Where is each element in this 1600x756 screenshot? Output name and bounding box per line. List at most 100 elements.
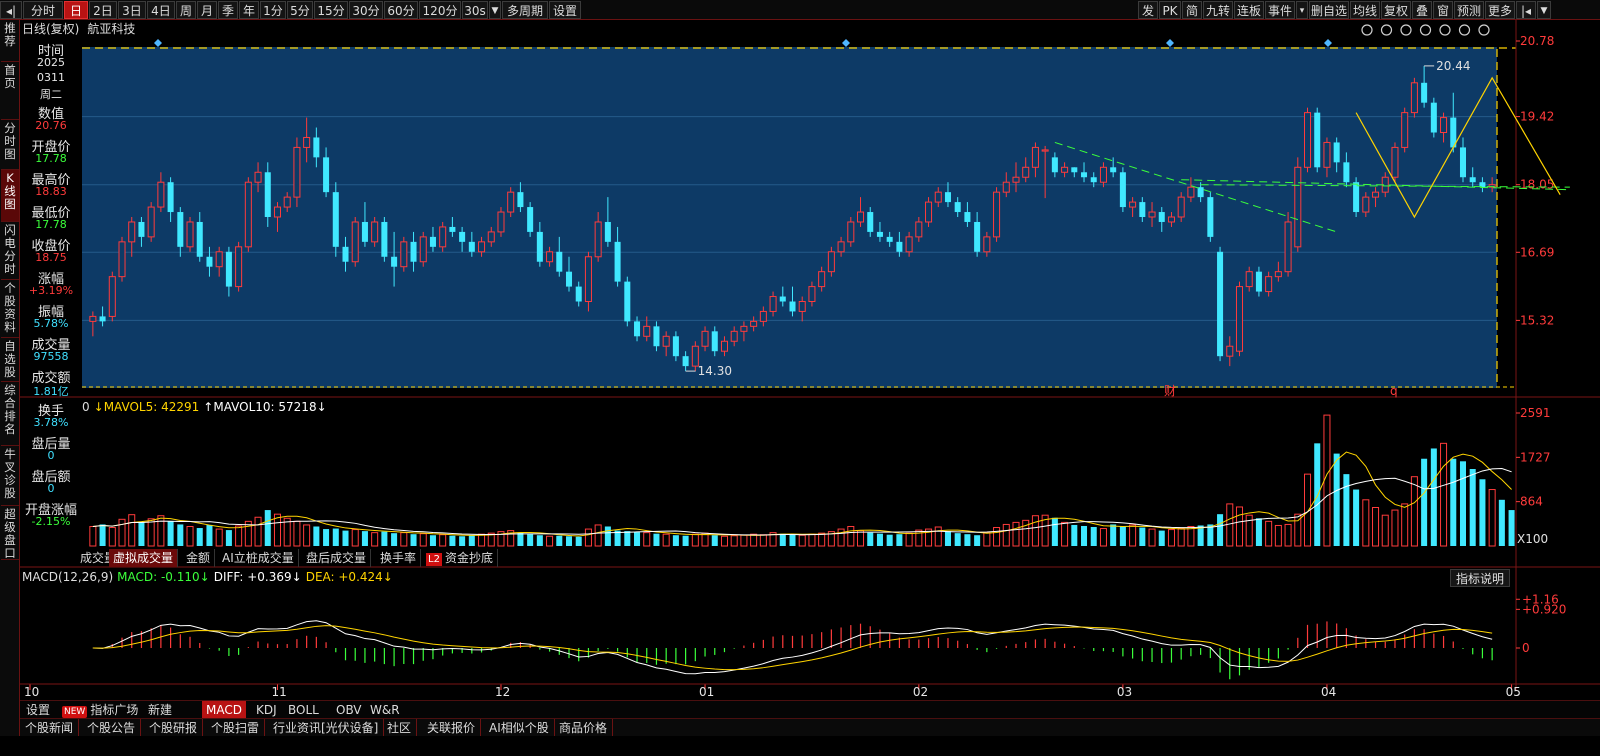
candle-body: [215, 251, 223, 268]
candle-body: [167, 182, 174, 213]
month-label-7: 05: [1506, 685, 1521, 699]
news-tab-5[interactable]: 社区: [382, 719, 418, 737]
event-diamond-0[interactable]: [154, 39, 162, 47]
volume-bar-103: [1090, 527, 1097, 546]
volume-bar-137: [1421, 458, 1428, 546]
news-tab-row: 个股新闻 个股公告 个股研报 个股扫雷 行业资讯[光伏设备] 社区 关联报价 AI相似个股 商品…: [20, 718, 1600, 737]
volume-bar-121: [1265, 520, 1273, 547]
volume-bar-131: [1362, 499, 1370, 547]
candle-body: [1294, 166, 1302, 248]
candle-106: [1119, 167, 1126, 213]
candle-body: [303, 136, 311, 148]
news-tab-8[interactable]: 商品价格: [554, 719, 614, 737]
macd-legend-item-0: MACD(12,26,9): [22, 570, 114, 584]
news-tab-1[interactable]: 个股公告: [82, 719, 142, 737]
tool-tab-3[interactable]: MACD: [202, 701, 246, 719]
candle-body: [604, 221, 611, 242]
gear-icon[interactable]: [1361, 24, 1373, 36]
candle-body: [1323, 141, 1331, 168]
subtab-2[interactable]: 金额: [182, 549, 216, 567]
chart-canvas[interactable]: 20.7819.4218.0516.6915.3220.4414.30财 q259…: [0, 0, 1600, 700]
volume-bar-93: [993, 527, 1001, 547]
volume-bar-111: [1167, 529, 1175, 547]
tool-tab-5[interactable]: BOLL: [284, 701, 323, 719]
volume-bar-94: [1002, 523, 1010, 547]
tool-tab-label-4: KDJ: [256, 703, 277, 717]
event-diamond-1[interactable]: [842, 39, 850, 47]
subtab-6[interactable]: L2 资金抄底: [422, 549, 498, 567]
candle-body: [273, 206, 281, 218]
volume-bar-17: [254, 516, 262, 547]
candle-body: [905, 236, 913, 253]
candle-93: [993, 187, 1001, 242]
tool-tab-4[interactable]: KDJ: [252, 701, 281, 719]
candle-body: [1333, 142, 1340, 163]
event-diamond-2[interactable]: [1166, 39, 1174, 47]
candle-6: [147, 202, 155, 242]
event-label-0[interactable]: 财: [1164, 384, 1176, 398]
volume-bar-32: [400, 532, 408, 547]
indicator-explain-button[interactable]: 指标说明: [1450, 569, 1510, 587]
volume-bar-126: [1314, 443, 1321, 546]
candle-body: [701, 330, 709, 347]
candle-body: [1314, 112, 1321, 168]
tool-tab-1[interactable]: NEW 指标广场: [58, 701, 142, 719]
pencil-icon[interactable]: [1380, 24, 1393, 36]
volume-bar-92: [983, 532, 991, 547]
tool-tab-7[interactable]: W&R: [366, 701, 404, 719]
news-tab-6[interactable]: 关联报价: [422, 719, 482, 737]
news-tab-3[interactable]: 个股扫雷: [206, 719, 266, 737]
volume-bar-27: [351, 529, 359, 547]
volume-bar-127: [1323, 414, 1331, 547]
tool-tab-label-6: OBV: [336, 703, 362, 717]
candle-body: [283, 196, 291, 208]
volume-bar-23: [313, 526, 320, 546]
news-tab-0[interactable]: 个股新闻: [20, 719, 80, 737]
tool-tab-2[interactable]: 新建: [144, 701, 176, 719]
eye-icon[interactable]: [1400, 24, 1412, 36]
candle-body: [371, 221, 379, 243]
candle-116: [1217, 246, 1224, 362]
candle-body: [128, 221, 136, 243]
event-diamond-3[interactable]: [1324, 39, 1332, 47]
candle-body: [1255, 271, 1262, 292]
candle-body: [634, 321, 641, 337]
subtab-3[interactable]: AI立桩成交量: [218, 549, 299, 567]
subtab-5[interactable]: 换手率: [376, 549, 422, 567]
candle-body: [487, 231, 495, 243]
candle-2: [108, 271, 116, 322]
tool-tab-6[interactable]: OBV: [332, 701, 366, 719]
candle-body: [1022, 166, 1030, 178]
tool-tab-0[interactable]: 设置: [22, 701, 54, 719]
subtab-1[interactable]: 虚拟成交量: [109, 549, 179, 567]
volume-bar-107: [1129, 524, 1137, 547]
candle-126: [1314, 107, 1321, 173]
basket-icon[interactable]: [1419, 24, 1432, 36]
news-tab-4[interactable]: 行业资讯[光伏设备]: [268, 719, 385, 737]
event-label-1[interactable]: q: [1390, 384, 1398, 398]
volume-bar-75: [818, 532, 826, 547]
news-tab-2[interactable]: 个股研报: [144, 719, 204, 737]
candle-body: [643, 325, 651, 337]
candle-body: [944, 192, 951, 203]
volume-bar-83: [896, 534, 903, 546]
candle-body: [1430, 102, 1437, 133]
candle-body: [1217, 251, 1224, 357]
candle-78: [847, 217, 855, 247]
candle-body: [478, 241, 486, 253]
candle-body: [313, 137, 320, 158]
subtab-4[interactable]: 盘后成交量: [302, 549, 372, 567]
candle-body: [381, 221, 388, 257]
zoom-in-icon[interactable]: [1458, 24, 1471, 36]
hand-icon[interactable]: [1439, 24, 1451, 36]
volume-tick-1: 1727: [1520, 450, 1551, 464]
volume-bar-39: [468, 535, 475, 546]
zoom-out-icon[interactable]: [1478, 24, 1490, 36]
volume-bar-56: [634, 532, 641, 546]
volume-bar-141: [1459, 461, 1467, 546]
candle-body: [225, 251, 232, 287]
volume-bar-90: [964, 534, 971, 546]
candle-body: [1469, 177, 1476, 183]
candle-body: [594, 221, 602, 258]
news-tab-7[interactable]: AI相似个股: [484, 719, 555, 737]
